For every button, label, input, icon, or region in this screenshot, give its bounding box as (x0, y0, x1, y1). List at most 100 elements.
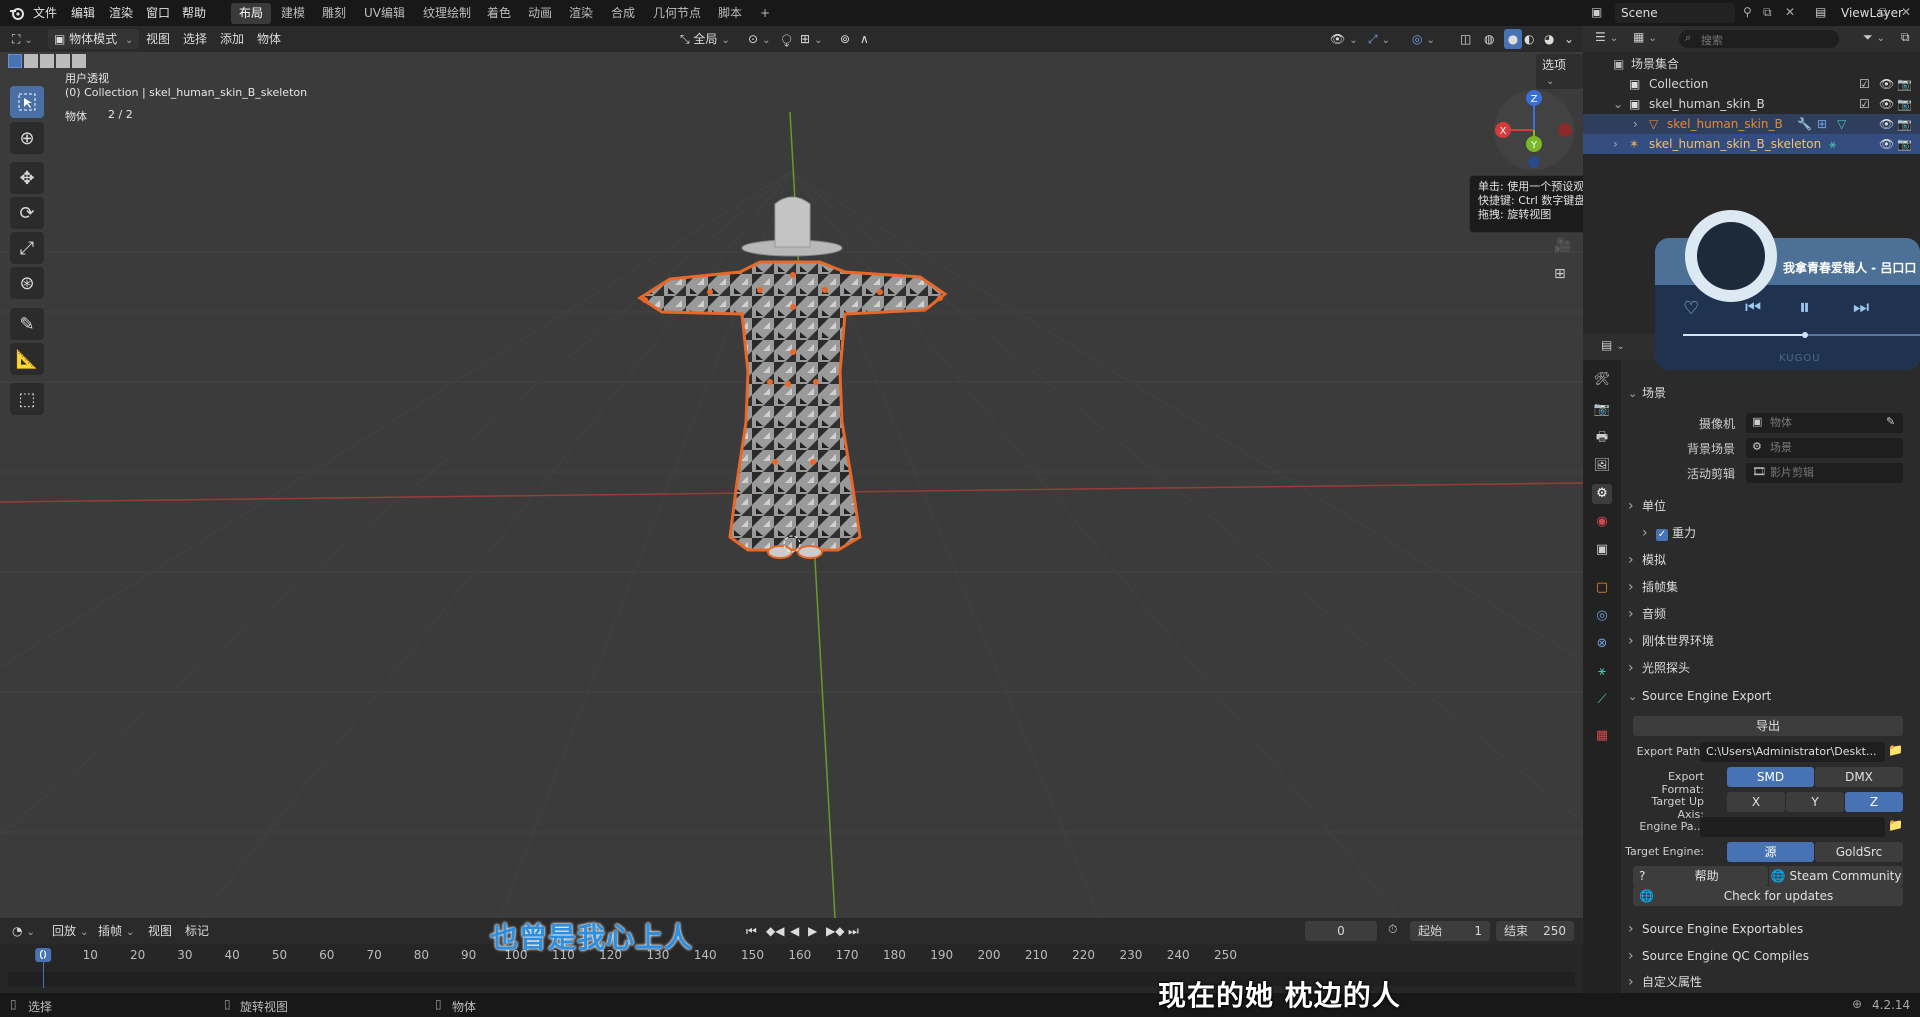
jump-end-icon[interactable]: ⏭ (848, 921, 859, 941)
frame-ruler[interactable]: 0102030405060708090100110120130140150160… (0, 948, 1583, 970)
camera-view-icon[interactable]: 🎥 (1554, 238, 1571, 254)
engine-source-button[interactable]: 源 (1727, 842, 1814, 862)
axis-y-button[interactable]: Y (1786, 792, 1844, 812)
rendered-shading-icon[interactable]: ◕ (1544, 29, 1554, 49)
render-camera-icon[interactable]: 📷 (1897, 74, 1912, 94)
xray-icon[interactable]: ◫ (1460, 29, 1471, 49)
start-frame-field[interactable]: 起始 1 (1410, 921, 1490, 941)
snap-icon[interactable]: ⧬ (782, 29, 792, 49)
section-source-engine-export[interactable]: Source Engine Export (1628, 684, 1914, 708)
current-frame-field[interactable]: 0 (1305, 921, 1377, 941)
scene-field[interactable]: Scene (1615, 3, 1735, 23)
annotate-tool[interactable]: ✎ (10, 308, 44, 340)
rotate-tool[interactable]: ⟳ (10, 197, 44, 229)
outliner-scene-collection[interactable]: ▣ 场景集合 (1583, 54, 1920, 74)
menu-view[interactable]: 视图 (146, 29, 170, 49)
end-frame-field[interactable]: 结束 250 (1496, 921, 1574, 941)
section-audio[interactable]: 音频 (1628, 602, 1914, 626)
transform-orientation-dropdown[interactable]: ⤡ 全局 (680, 29, 730, 49)
outliner-search-input[interactable]: ⌕ 搜索 (1679, 30, 1839, 48)
constraints-tab-icon[interactable]: ⊗ (1592, 634, 1612, 654)
3d-viewport[interactable]: ⊕ ✥ ⟳ ⤢ ⊛ ✎ 📐 ⬚ 用户透视 (0) Collection | sk… (0, 52, 1583, 918)
select-subtract-icon[interactable] (40, 54, 54, 68)
section-gravity[interactable]: ✓ 重力 (1628, 521, 1914, 545)
scene-section-header[interactable]: 场景 (1628, 381, 1914, 405)
render-camera-icon[interactable]: 📷 (1897, 134, 1912, 154)
mesh-data-icon[interactable]: ▽ (1837, 114, 1846, 134)
section-source-engine-qc-compiles[interactable]: Source Engine QC Compiles (1628, 944, 1914, 968)
navigation-gizmo[interactable]: Z X Y (1490, 86, 1580, 176)
bone-tab-icon[interactable]: ⟋ (1592, 690, 1612, 710)
exclude-checkbox[interactable]: ☑ (1859, 74, 1870, 94)
options-dropdown[interactable]: 选项 (1536, 54, 1583, 89)
filter-icon[interactable]: ⏷ (1863, 30, 1885, 45)
axis-x-button[interactable]: X (1727, 792, 1785, 812)
previous-track-icon[interactable]: ⏮ (1745, 297, 1761, 318)
marker-menu[interactable]: 标记 (185, 921, 209, 941)
add-workspace-button[interactable]: + (752, 3, 778, 24)
active-clip-field[interactable]: 影片剪辑 (1746, 463, 1903, 483)
menu-file[interactable]: 文件 (33, 0, 57, 26)
engine-goldsrc-button[interactable]: GoldSrc (1815, 842, 1903, 862)
new-collection-icon[interactable]: ⧉ (1901, 30, 1910, 45)
select-extend-icon[interactable] (24, 54, 38, 68)
format-dmx-button[interactable]: DMX (1815, 767, 1903, 787)
measure-tool[interactable]: 📐 (10, 343, 44, 375)
tab-rendering[interactable]: 渲染 (561, 3, 601, 24)
new-scene-icon[interactable]: ⧉ (1763, 5, 1772, 20)
expand-arrow-icon[interactable]: › (1633, 114, 1638, 134)
progress-knob[interactable] (1801, 332, 1808, 338)
menu-edit[interactable]: 编辑 (71, 0, 95, 26)
editor-type-icon[interactable]: ⛶ (12, 29, 33, 49)
add-cube-tool[interactable]: ⬚ (10, 383, 44, 415)
physics-tab-icon[interactable]: ◎ (1592, 606, 1612, 626)
data-grid-icon[interactable]: ⊞ (1817, 114, 1827, 134)
transform-tool[interactable]: ⊛ (10, 267, 44, 299)
material-shading-icon[interactable]: ◐ (1524, 29, 1534, 49)
cursor-tool[interactable]: ⊕ (10, 122, 44, 154)
play-icon[interactable]: ▶ (808, 921, 817, 941)
export-path-field[interactable]: C:\Users\Administrator\Deskt... (1700, 742, 1885, 762)
visibility-eye-icon[interactable]: 👁 (1879, 74, 1894, 94)
overlays-toggle-icon[interactable]: ◎ (1412, 29, 1435, 49)
pin-icon[interactable]: ⚲ (1743, 5, 1752, 19)
play-reverse-icon[interactable]: ◀ (790, 921, 799, 941)
export-button[interactable]: 导出 (1633, 716, 1903, 736)
texture-tab-icon[interactable]: ▦ (1592, 726, 1612, 746)
tab-layout[interactable]: 布局 (231, 3, 272, 24)
snap-target-dropdown[interactable]: ⊞ (800, 29, 822, 49)
render-camera-icon[interactable]: 📷 (1897, 94, 1912, 114)
armature-data-icon[interactable]: ⚹ (1829, 134, 1836, 154)
jump-keyframe-back-icon[interactable]: ◆◀ (766, 921, 784, 941)
timeline-editor-icon[interactable]: ◔ (12, 921, 35, 941)
tab-modeling[interactable]: 建模 (273, 3, 313, 24)
select-new-icon[interactable] (8, 54, 22, 68)
outliner-item-skeleton[interactable]: › ✶ skel_human_skin_B_skeleton ⚹ 👁 📷 (1583, 134, 1920, 154)
keying-menu[interactable]: 插帧 (98, 921, 134, 941)
select-invert-icon[interactable] (56, 54, 70, 68)
mode-dropdown[interactable]: ▣ 物体模式 (48, 29, 140, 49)
visibility-eye-icon[interactable]: 👁 (1879, 134, 1894, 154)
like-icon[interactable]: ♡ (1683, 298, 1699, 319)
tool-tab-icon[interactable]: 🛠 (1592, 370, 1612, 390)
scale-tool[interactable]: ⤢ (10, 232, 44, 264)
section-simulation[interactable]: 模拟 (1628, 548, 1914, 572)
shading-options-icon[interactable]: ⌄ (1564, 29, 1574, 49)
delete-scene-icon[interactable]: ✕ (1785, 5, 1795, 19)
tab-geometry-nodes[interactable]: 几何节点 (645, 3, 709, 24)
properties-editor-icon[interactable]: ▤ (1601, 338, 1625, 352)
playback-menu[interactable]: 回放 (52, 921, 88, 941)
section-rigid-body-world[interactable]: 刚体世界环境 (1628, 629, 1914, 653)
tab-animation[interactable]: 动画 (520, 3, 560, 24)
help-button[interactable]: ? 帮助 (1633, 866, 1768, 886)
menu-select[interactable]: 选择 (183, 29, 207, 49)
perspective-toggle-icon[interactable]: ⊞ (1554, 266, 1566, 282)
tab-sculpting[interactable]: 雕刻 (314, 3, 354, 24)
tab-scripting[interactable]: 脚本 (710, 3, 750, 24)
section-source-engine-exportables[interactable]: Source Engine Exportables (1628, 917, 1914, 941)
outliner-item-collection[interactable]: ▣ Collection ☑ 👁 📷 (1583, 74, 1920, 94)
tab-compositing[interactable]: 合成 (603, 3, 643, 24)
format-smd-button[interactable]: SMD (1727, 767, 1814, 787)
armature-data-tab-icon[interactable]: ⚹ (1592, 662, 1612, 682)
gizmo-toggle-icon[interactable]: ⤢ (1368, 29, 1390, 49)
